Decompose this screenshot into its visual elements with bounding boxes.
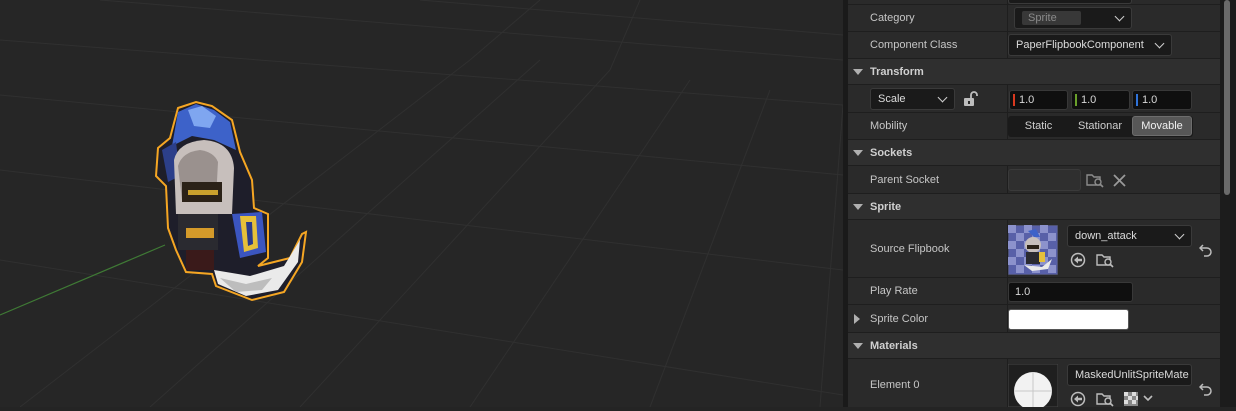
clear-icon[interactable]	[1113, 174, 1126, 187]
scale-mode-value: Scale	[878, 93, 906, 105]
parent-socket-label: Parent Socket	[870, 173, 940, 186]
play-rate-value: 1.0	[1015, 286, 1031, 298]
scrollbar-thumb[interactable]	[1224, 0, 1230, 195]
category-row: Category Sprite	[848, 5, 1220, 32]
mobility-static-button[interactable]: Static	[1008, 116, 1069, 136]
y-axis-line	[0, 244, 166, 316]
scale-x-value: 1.0	[1019, 94, 1035, 106]
category-label: Category	[870, 12, 915, 24]
browse-asset-icon[interactable]	[1096, 391, 1114, 407]
browse-asset-icon[interactable]	[1096, 252, 1114, 268]
folder-search-icon[interactable]	[1086, 172, 1104, 188]
sockets-title: Sockets	[870, 146, 913, 159]
partial-field	[1008, 0, 1132, 4]
component-class-row: Component Class PaperFlipbookComponent	[848, 32, 1220, 59]
mobility-movable-button[interactable]: Movable	[1132, 116, 1192, 136]
scale-mode-dropdown[interactable]: Scale	[870, 88, 955, 110]
use-selected-asset-icon[interactable]	[1070, 391, 1086, 407]
material-dropdown[interactable]: MaskedUnlitSpriteMate	[1067, 364, 1192, 386]
scale-x-input[interactable]: 1.0	[1009, 90, 1068, 110]
x-axis-marker	[1013, 94, 1015, 106]
play-rate-row: Play Rate 1.0	[848, 278, 1220, 305]
chevron-down-icon[interactable]	[1143, 395, 1153, 403]
sprite-title: Sprite	[870, 200, 902, 213]
category-value: Sprite	[1022, 11, 1081, 25]
sprite-color-row: Sprite Color	[848, 305, 1220, 333]
material-thumbnail[interactable]	[1008, 364, 1058, 407]
expand-arrow-icon	[853, 149, 863, 156]
knight-sprite[interactable]	[154, 100, 308, 302]
source-flipbook-row: Source Flipbook down_attack	[848, 220, 1220, 278]
level-viewport[interactable]	[0, 0, 843, 407]
y-axis-marker	[1075, 94, 1077, 106]
source-flipbook-label: Source Flipbook	[870, 242, 950, 255]
scale-z-input[interactable]: 1.0	[1132, 90, 1192, 110]
source-flipbook-dropdown[interactable]: down_attack	[1067, 225, 1192, 247]
materials-title: Materials	[870, 339, 918, 352]
mobility-label: Mobility	[870, 120, 908, 132]
expand-arrow-icon	[853, 203, 863, 210]
scale-y-input[interactable]: 1.0	[1071, 90, 1130, 110]
sockets-category[interactable]: Sockets	[848, 140, 1220, 166]
component-class-value: PaperFlipbookComponent	[1016, 39, 1144, 51]
chevron-down-icon	[1174, 229, 1185, 240]
z-axis-marker	[1136, 94, 1138, 106]
scale-row: Scale 1.0 1.0 1.0	[848, 85, 1220, 113]
expand-arrow-icon	[853, 68, 863, 75]
sprite-category[interactable]: Sprite	[848, 194, 1220, 220]
chevron-down-icon	[937, 92, 948, 103]
scale-z-value: 1.0	[1142, 94, 1158, 106]
sprite-color-swatch[interactable]	[1008, 309, 1129, 330]
chevron-down-icon	[1114, 11, 1125, 22]
element0-row: Element 0 MaskedUnlitSpriteMate	[848, 359, 1220, 407]
mobility-stationary-button[interactable]: Stationar	[1069, 116, 1131, 136]
element0-label: Element 0	[870, 379, 920, 391]
texture-checker-icon[interactable]	[1124, 392, 1138, 406]
sprite-color-label: Sprite Color	[870, 312, 929, 325]
mobility-row: Mobility Static Stationar Movable	[848, 113, 1220, 140]
parent-socket-row: Parent Socket	[848, 166, 1220, 194]
column-divider	[1007, 85, 1008, 112]
viewport-grid	[0, 0, 843, 407]
expand-arrow-icon	[853, 342, 863, 349]
play-rate-input[interactable]: 1.0	[1008, 282, 1133, 302]
transform-title: Transform	[870, 65, 924, 78]
material-value: MaskedUnlitSpriteMate	[1075, 369, 1189, 381]
mobility-segmented-control: Static Stationar Movable	[1008, 116, 1193, 137]
chevron-down-icon	[1154, 38, 1165, 49]
component-class-label: Component Class	[870, 39, 958, 51]
reset-to-default-icon[interactable]	[1199, 382, 1213, 396]
unlock-icon[interactable]	[962, 91, 978, 107]
component-class-dropdown[interactable]: PaperFlipbookComponent	[1008, 34, 1172, 56]
materials-category[interactable]: Materials	[848, 333, 1220, 359]
flipbook-thumbnail[interactable]	[1008, 225, 1058, 275]
details-scrollbar[interactable]	[1220, 0, 1236, 407]
details-panel: Category Sprite Component Class PaperFli…	[848, 0, 1220, 407]
column-divider	[1007, 5, 1008, 31]
transform-category[interactable]: Transform	[848, 59, 1220, 85]
play-rate-label: Play Rate	[870, 285, 918, 297]
source-flipbook-value: down_attack	[1075, 230, 1137, 242]
category-dropdown[interactable]: Sprite	[1014, 7, 1132, 29]
parent-socket-field[interactable]	[1008, 169, 1081, 191]
expand-arrow-icon[interactable]	[854, 314, 860, 324]
use-selected-asset-icon[interactable]	[1070, 252, 1086, 268]
scale-y-value: 1.0	[1081, 94, 1097, 106]
reset-to-default-icon[interactable]	[1199, 243, 1213, 257]
